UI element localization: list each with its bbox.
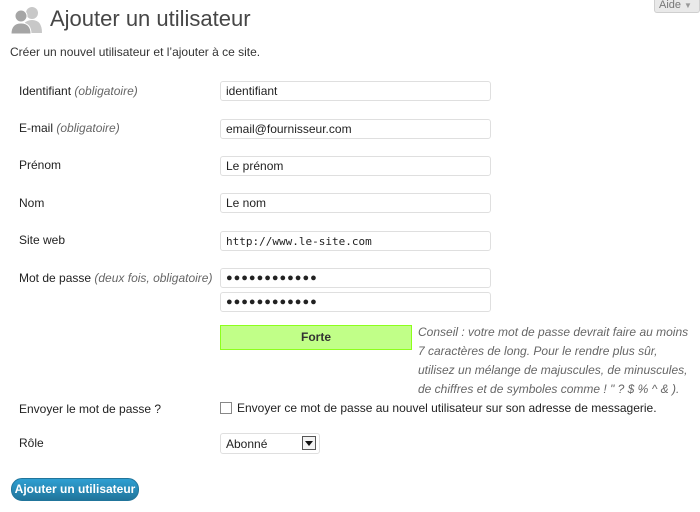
role-label: Rôle: [19, 436, 44, 450]
send-password-checkbox[interactable]: [220, 402, 232, 414]
send-password-label: Envoyer le mot de passe ?: [19, 402, 162, 416]
first-name-label: Prénom: [19, 158, 62, 172]
password-label: Mot de passe (deux fois, obligatoire): [19, 271, 212, 285]
role-selected-value: Abonné: [226, 437, 268, 451]
last-name-label: Nom: [19, 196, 45, 210]
help-chevron-icon: ▼: [684, 1, 692, 10]
email-input[interactable]: email@fournisseur.com: [220, 119, 491, 139]
page-subtitle: Créer un nouvel utilisateur et l’ajouter…: [10, 45, 261, 59]
username-label: Identifiant (obligatoire): [19, 84, 138, 98]
password-strength-indicator: Forte: [220, 325, 412, 350]
help-tab[interactable]: Aide ▼: [654, 0, 700, 13]
password-hint: Conseil : votre mot de passe devrait fai…: [418, 325, 689, 396]
website-input[interactable]: http://www.le-site.com: [220, 231, 491, 251]
role-select[interactable]: Abonné: [220, 433, 320, 454]
help-label: Aide: [659, 0, 682, 11]
users-icon: [10, 5, 44, 35]
page-title: Ajouter un utilisateur: [50, 6, 251, 31]
password-label-text: Mot de passe: [19, 271, 92, 285]
add-user-button[interactable]: Ajouter un utilisateur: [11, 478, 139, 501]
email-required-note: (obligatoire): [56, 121, 120, 135]
email-label: E-mail (obligatoire): [19, 121, 120, 135]
first-name-input[interactable]: Le prénom: [220, 156, 491, 176]
send-password-checkbox-label[interactable]: Envoyer ce mot de passe au nouvel utilis…: [237, 401, 657, 415]
email-label-text: E-mail: [19, 121, 54, 135]
username-input[interactable]: identifiant: [220, 81, 491, 101]
last-name-input[interactable]: Le nom: [220, 193, 491, 213]
username-required-note: (obligatoire): [74, 84, 138, 98]
chevron-down-icon[interactable]: [302, 436, 316, 450]
username-label-text: Identifiant: [19, 84, 72, 98]
password-input[interactable]: ●●●●●●●●●●●●: [220, 268, 491, 288]
password-required-note: (deux fois, obligatoire): [94, 271, 213, 285]
password-confirm-input[interactable]: ●●●●●●●●●●●●: [220, 292, 491, 312]
website-label: Site web: [19, 233, 66, 247]
